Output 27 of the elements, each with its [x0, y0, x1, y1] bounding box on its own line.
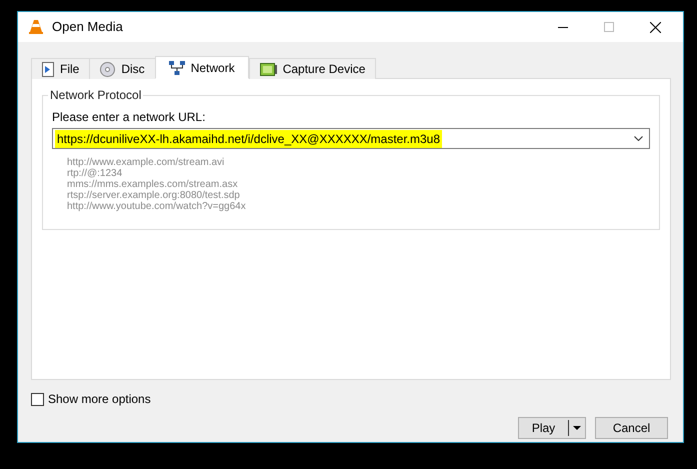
window-title: Open Media: [52, 18, 123, 36]
dialog-button[interactable]: Cancel: [595, 417, 668, 439]
group-title: Network Protocol: [48, 88, 144, 102]
example-url: http://www.example.com/stream.avi: [67, 157, 226, 168]
example-url: rtp://@:1234: [67, 168, 124, 179]
network-icon: [168, 60, 185, 74]
traffic-cone-icon: [28, 19, 44, 35]
tab[interactable]: Disc: [89, 58, 156, 79]
example-url: http://www.youtube.com/watch?v=gg64x: [67, 201, 247, 212]
url-label: Please enter a network URL:: [52, 110, 206, 124]
close-icon[interactable]: [650, 22, 661, 32]
checkbox-label: Show more options: [48, 391, 151, 408]
minimize-icon[interactable]: [558, 26, 568, 28]
tab[interactable]: File: [31, 58, 90, 79]
disc-icon: [100, 62, 116, 76]
document-icon: [42, 62, 54, 76]
dialog-button[interactable]: Play: [518, 417, 586, 439]
tab[interactable]: Network: [154, 56, 249, 79]
capture-card-icon: [260, 62, 277, 76]
caret-icon[interactable]: [573, 426, 581, 430]
checkbox[interactable]: [31, 392, 44, 406]
dropdown-chevron-icon[interactable]: [634, 136, 643, 141]
url-text: https://dcuniliveXX-lh.akamaihd.net/i/dclive_XX@XXXXXX/master.m3u8: [55, 130, 442, 148]
url-field[interactable]: https://dcuniliveXX-lh.akamaihd.net/i/dclive_XX@XXXXXX/master.m3u8: [52, 128, 650, 149]
example-url: mms://mms.examples.com/stream.asx: [67, 179, 239, 190]
tab[interactable]: Capture Device: [248, 58, 376, 79]
example-url: rtsp://server.example.org:8080/test.sdp: [67, 190, 241, 201]
